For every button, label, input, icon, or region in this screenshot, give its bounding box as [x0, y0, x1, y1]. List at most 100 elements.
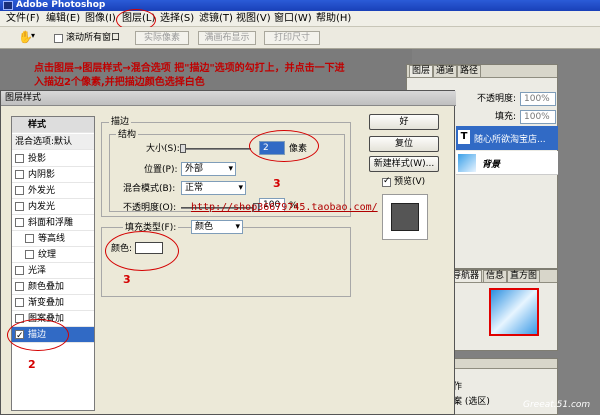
tab-paths[interactable]: 路径 [457, 65, 482, 77]
shop-url-watermark: http://shop36679745.taobao.com/ [191, 202, 378, 213]
style-label: 渐变叠加 [28, 298, 65, 308]
layers-panel-tabbar: 图层 通道 路径 [407, 65, 557, 78]
app-title: Adobe Photoshop [16, 0, 106, 10]
photoshop-app-icon [3, 1, 13, 10]
tool-preset-dropdown-icon[interactable]: ▾ [31, 31, 35, 40]
history-tabbar [449, 359, 557, 369]
preview-checkbox[interactable] [382, 176, 391, 187]
style-label: 内发光 [28, 202, 56, 212]
app-title-bar: Adobe Photoshop [0, 0, 600, 11]
fit-screen-button[interactable]: 满画布显示 [198, 31, 256, 45]
layers-fill-label: 填充: [495, 112, 517, 122]
layer-row-background[interactable]: 背景 [456, 151, 558, 175]
style-item[interactable]: 内阴影 [12, 167, 94, 183]
menu-select[interactable]: 选择(S) [160, 13, 194, 25]
layer-style-dialog: 图层样式 样式 混合选项:默认 投影 内阴影 外发光 内发光 斜面和浮雕 等高线 纹理 光泽颜… [0, 90, 456, 415]
color-highlight [105, 231, 179, 271]
style-label: 外发光 [28, 186, 56, 196]
style-item[interactable]: 渐变叠加 [12, 295, 94, 311]
scroll-all-checkbox[interactable] [54, 34, 63, 43]
tab-info[interactable]: 信息 [483, 270, 508, 282]
layers-fill-input[interactable]: 100% [520, 110, 556, 124]
style-item[interactable]: 颜色叠加 [12, 279, 94, 295]
style-checkbox[interactable] [15, 282, 24, 291]
navigator-panel: 导航器 信息 直方图 [448, 269, 558, 351]
options-bar: ✋ ▾ 滚动所有窗口 实际像素 满画布显示 打印尺寸 [0, 27, 600, 49]
preview-swatch [382, 194, 428, 240]
structure-group-label: 结构 [116, 127, 139, 140]
style-checkbox[interactable] [15, 218, 24, 227]
style-checkbox[interactable] [15, 202, 24, 211]
menu-help[interactable]: 帮助(H) [316, 13, 351, 25]
style-item[interactable]: 光泽 [12, 263, 94, 279]
actual-pixels-button[interactable]: 实际像素 [135, 31, 189, 45]
style-checkbox[interactable] [15, 186, 24, 195]
menu-bar: 文件(F) 编辑(E) 图像(I) 图层(L) 选择(S) 滤镜(T) 视图(V… [0, 11, 600, 27]
navigator-thumbnail[interactable] [489, 288, 539, 336]
style-item[interactable]: 等高线 [12, 231, 94, 247]
menu-window[interactable]: 窗口(W) [274, 13, 312, 25]
size-slider-thumb[interactable] [180, 144, 186, 153]
opacity-label: 不透明度(O): [123, 203, 177, 213]
styles-header[interactable]: 样式 [12, 117, 94, 133]
style-item[interactable]: 斜面和浮雕 [12, 215, 94, 231]
layer-name: 背景 [482, 160, 501, 170]
size-highlight [249, 130, 319, 162]
layer-name: 随心所欲淘宝店... [474, 135, 546, 145]
blend-mode-label: 混合模式(B): [123, 184, 176, 194]
ok-button[interactable]: 好 [369, 114, 439, 130]
style-item[interactable]: 内发光 [12, 199, 94, 215]
layer-thumbnail [458, 154, 476, 172]
style-checkbox[interactable] [15, 298, 24, 307]
blend-options-item[interactable]: 混合选项:默认 [12, 134, 94, 150]
preview-label: 预览(V) [394, 177, 426, 187]
new-style-button[interactable]: 新建样式(W)... [369, 156, 439, 172]
style-checkbox[interactable] [15, 266, 24, 275]
position-dropdown[interactable]: 外部 [181, 162, 236, 176]
step-number-2: 2 [28, 358, 36, 371]
tab-histogram[interactable]: 直方图 [507, 270, 541, 282]
style-checkbox[interactable] [25, 234, 34, 243]
tab-layers[interactable]: 图层 [409, 65, 434, 77]
style-label: 斜面和浮雕 [28, 218, 74, 228]
stroke-item-highlight [7, 319, 69, 351]
menu-view[interactable]: 视图(V) [236, 13, 271, 25]
menu-image[interactable]: 图像(I) [85, 13, 116, 25]
style-label: 投影 [28, 154, 47, 164]
style-label: 颜色叠加 [28, 282, 65, 292]
style-checkbox[interactable] [15, 154, 24, 163]
instruction-line-1: 点击图层→图层样式→混合选项 把"描边"选项的勾打上，并点击一下进 [34, 63, 345, 74]
reset-button[interactable]: 复位 [369, 136, 439, 152]
scroll-all-label: 滚动所有窗口 [66, 33, 121, 43]
blend-mode-dropdown[interactable]: 正常 [181, 181, 246, 195]
style-label: 纹理 [38, 250, 57, 260]
menu-edit[interactable]: 编辑(E) [46, 13, 80, 25]
style-label: 等高线 [38, 234, 66, 244]
fill-type-dropdown[interactable]: 颜色 [191, 220, 243, 234]
layers-opacity-input[interactable]: 100% [520, 92, 556, 106]
style-item[interactable]: 纹理 [12, 247, 94, 263]
tab-channels[interactable]: 通道 [433, 65, 458, 77]
dialog-title: 图层样式 [5, 93, 42, 103]
history-item[interactable]: 案 (选区) [453, 396, 490, 408]
style-checkbox[interactable] [15, 170, 24, 179]
print-size-button[interactable]: 打印尺寸 [264, 31, 320, 45]
menu-file[interactable]: 文件(F) [6, 13, 40, 25]
style-label: 内阴影 [28, 170, 56, 180]
style-item[interactable]: 外发光 [12, 183, 94, 199]
step-number-3: 3 [123, 273, 131, 286]
navigator-tabbar: 导航器 信息 直方图 [449, 270, 557, 283]
style-checkbox[interactable] [25, 250, 34, 259]
menu-filter[interactable]: 滤镜(T) [199, 13, 233, 25]
layers-opacity-label: 不透明度: [477, 94, 517, 104]
site-watermark: Greeat.51.com [523, 400, 591, 410]
layer-row-text[interactable]: T 随心所欲淘宝店... [456, 126, 558, 150]
dialog-title-bar: 图层样式 [1, 91, 456, 106]
preview-inner [391, 203, 419, 231]
stroke-group-label: 描边 [109, 114, 132, 127]
text-layer-icon: T [458, 130, 470, 144]
size-label: 大小(S): [146, 144, 180, 154]
size-slider[interactable] [181, 148, 251, 150]
step-number-3: 3 [273, 177, 281, 190]
style-item[interactable]: 投影 [12, 151, 94, 167]
